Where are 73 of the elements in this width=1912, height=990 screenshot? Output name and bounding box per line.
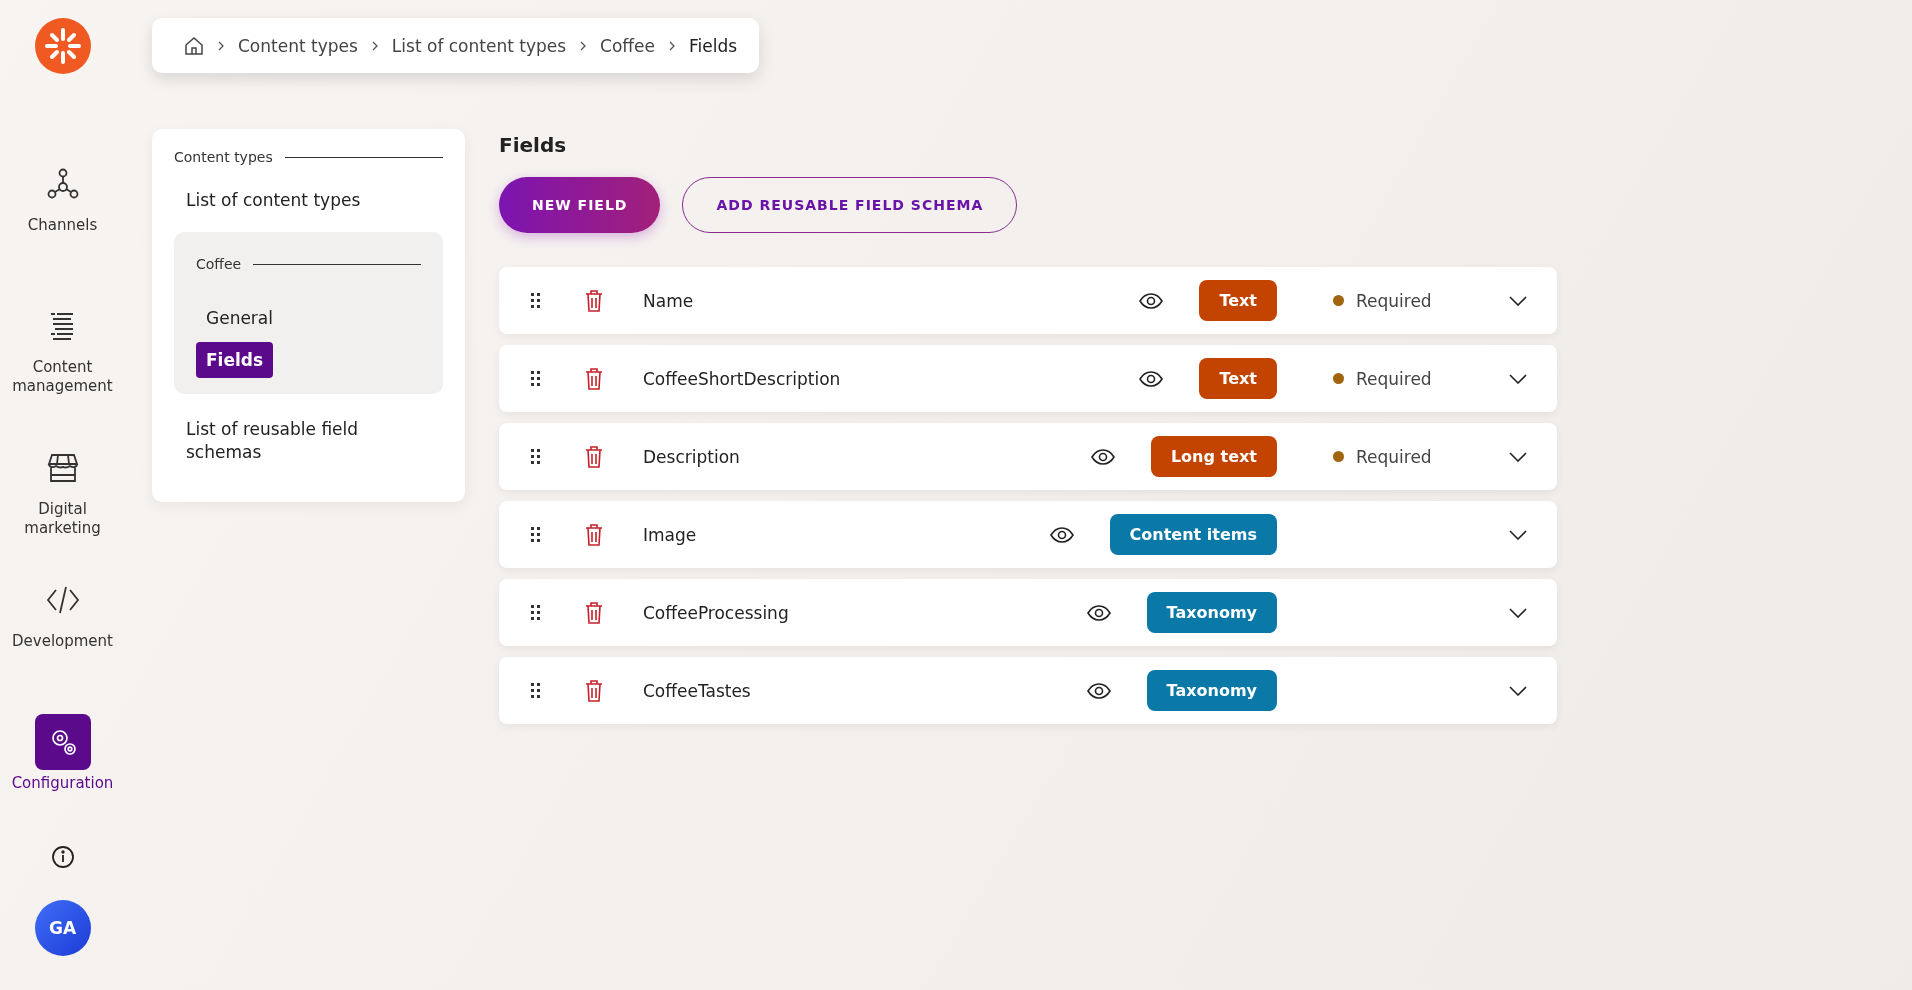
required-label: Required: [1356, 290, 1432, 311]
chevron-right-icon: [217, 40, 225, 51]
breadcrumb-link[interactable]: Content types: [238, 35, 358, 56]
drag-handle-icon[interactable]: [531, 682, 541, 699]
breadcrumb-link[interactable]: List of content types: [391, 35, 567, 56]
trash-icon[interactable]: [585, 445, 603, 468]
field-row[interactable]: Description Long text Required: [499, 423, 1557, 490]
drag-handle-icon[interactable]: [531, 448, 541, 465]
chevron-down-icon[interactable]: [1509, 295, 1527, 306]
nav-item[interactable]: Content management: [2, 298, 123, 440]
home-icon[interactable]: [184, 35, 204, 56]
field-row[interactable]: CoffeeShortDescription Text Required: [499, 345, 1557, 412]
chevron-down-icon[interactable]: [1509, 373, 1527, 384]
type-tag: Text: [1199, 280, 1277, 321]
trash-icon[interactable]: [585, 523, 603, 546]
drag-handle-icon[interactable]: [531, 292, 541, 309]
field-row[interactable]: CoffeeProcessing Taxonomy: [499, 579, 1557, 646]
group-heading: Coffee: [196, 256, 242, 272]
new-field-button[interactable]: NEW FIELD: [499, 177, 661, 233]
submenu-item[interactable]: Fields: [196, 342, 274, 378]
nav-item[interactable]: Development: [2, 572, 123, 714]
trash-icon[interactable]: [585, 601, 603, 624]
drag-handle-icon[interactable]: [531, 526, 541, 543]
nav-item[interactable]: Digital marketing: [2, 440, 123, 572]
trash-icon[interactable]: [585, 289, 603, 312]
eye-icon[interactable]: [1139, 292, 1164, 309]
required-label: Required: [1356, 446, 1432, 467]
field-row[interactable]: Name Text Required: [499, 267, 1557, 334]
breadcrumb-link[interactable]: Coffee: [600, 35, 655, 56]
chevron-down-icon[interactable]: [1509, 685, 1527, 696]
chevron-down-icon[interactable]: [1509, 451, 1527, 462]
status-dot: [1333, 451, 1344, 462]
drag-handle-icon[interactable]: [531, 604, 541, 621]
field-name: Description: [643, 446, 741, 467]
chevron-down-icon[interactable]: [1509, 529, 1527, 540]
submenu-item[interactable]: General: [196, 300, 283, 336]
field-name: CoffeeProcessing: [643, 602, 790, 623]
info-icon[interactable]: [49, 844, 76, 870]
status-dot: [1333, 295, 1344, 306]
submenu-link[interactable]: List of content types: [174, 165, 443, 232]
field-name: CoffeeShortDescription: [643, 368, 842, 389]
type-tag: Long text: [1150, 436, 1277, 477]
chevron-down-icon[interactable]: [1509, 607, 1527, 618]
field-name: CoffeeTastes: [643, 680, 752, 701]
eye-icon[interactable]: [1049, 526, 1074, 543]
logo-icon[interactable]: [34, 18, 91, 74]
user-avatar[interactable]: GA: [34, 900, 91, 956]
trash-icon[interactable]: [585, 679, 603, 702]
drag-handle-icon[interactable]: [531, 370, 541, 387]
type-tag: Content items: [1109, 514, 1277, 555]
field-row[interactable]: Image Content items: [499, 501, 1557, 568]
field-name: Image: [643, 524, 698, 545]
current-page-label: Fields: [689, 35, 738, 56]
eye-icon[interactable]: [1086, 682, 1111, 699]
eye-icon[interactable]: [1139, 370, 1164, 387]
required-label: Required: [1356, 368, 1432, 389]
page-title: Fields: [499, 133, 568, 157]
chevron-right-icon: [370, 40, 379, 51]
nav-item[interactable]: Configuration: [2, 714, 123, 856]
type-tag: Taxonomy: [1146, 592, 1277, 633]
trash-icon[interactable]: [585, 367, 603, 390]
section-heading: Content types: [174, 149, 273, 165]
field-row[interactable]: CoffeeTastes Taxonomy: [499, 657, 1557, 724]
chevron-right-icon: [579, 40, 588, 51]
field-name: Name: [643, 290, 695, 311]
eye-icon[interactable]: [1086, 604, 1111, 621]
eye-icon[interactable]: [1090, 448, 1115, 465]
type-tag: Text: [1199, 358, 1277, 399]
nav-item[interactable]: Channels: [2, 156, 123, 298]
submenu-link[interactable]: List of reusable field schemas: [174, 394, 443, 484]
type-tag: Taxonomy: [1146, 670, 1277, 711]
status-dot: [1333, 373, 1344, 384]
chevron-right-icon: [668, 40, 676, 51]
